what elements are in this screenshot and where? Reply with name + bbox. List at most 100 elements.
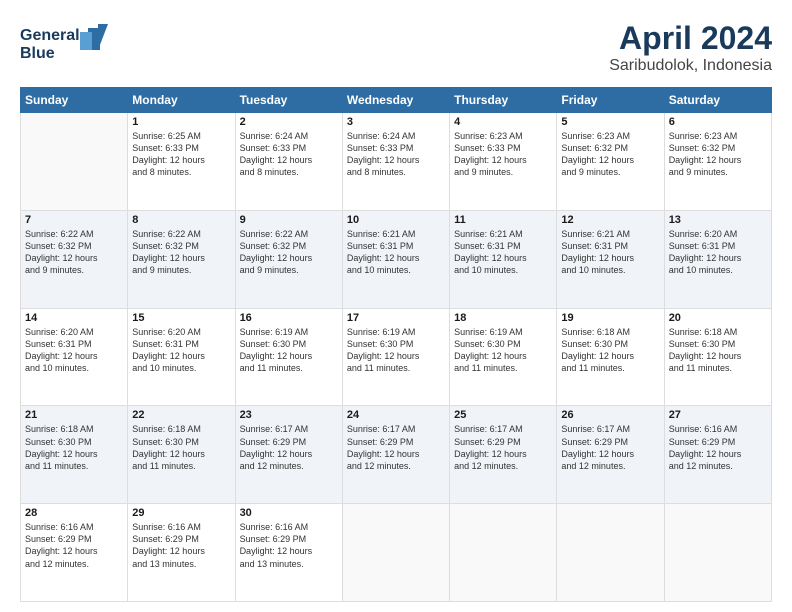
table-row: 13 Sunrise: 6:20 AM Sunset: 6:31 PM Dayli…	[664, 210, 771, 308]
calendar-week-row: 28 Sunrise: 6:16 AM Sunset: 6:29 PM Dayli…	[21, 504, 772, 602]
day-info: Sunrise: 6:17 AM Sunset: 6:29 PM Dayligh…	[561, 423, 659, 472]
page: General Blue April 2024 Saribudolok, Ind…	[0, 0, 792, 612]
table-row: 5 Sunrise: 6:23 AM Sunset: 6:32 PM Daylig…	[557, 113, 664, 211]
day-number: 1	[132, 116, 230, 128]
day-number: 4	[454, 116, 552, 128]
day-number: 23	[240, 409, 338, 421]
table-row	[342, 504, 449, 602]
day-number: 30	[240, 507, 338, 519]
day-info: Sunrise: 6:23 AM Sunset: 6:32 PM Dayligh…	[669, 130, 767, 179]
col-friday: Friday	[557, 88, 664, 113]
table-row: 6 Sunrise: 6:23 AM Sunset: 6:32 PM Daylig…	[664, 113, 771, 211]
calendar-week-row: 7Sunrise: 6:22 AM Sunset: 6:32 PM Daylig…	[21, 210, 772, 308]
col-thursday: Thursday	[450, 88, 557, 113]
header: General Blue April 2024 Saribudolok, Ind…	[20, 20, 772, 75]
table-row: 15 Sunrise: 6:20 AM Sunset: 6:31 PM Dayli…	[128, 308, 235, 406]
day-info: Sunrise: 6:16 AM Sunset: 6:29 PM Dayligh…	[669, 423, 767, 472]
calendar-subtitle: Saribudolok, Indonesia	[609, 57, 772, 75]
table-row: 19Sunrise: 6:18 AM Sunset: 6:30 PM Dayli…	[557, 308, 664, 406]
day-number: 15	[132, 312, 230, 324]
day-info: Sunrise: 6:16 AM Sunset: 6:29 PM Dayligh…	[25, 521, 123, 570]
table-row: 25 Sunrise: 6:17 AM Sunset: 6:29 PM Dayli…	[450, 406, 557, 504]
day-number: 6	[669, 116, 767, 128]
day-number: 24	[347, 409, 445, 421]
day-number: 5	[561, 116, 659, 128]
table-row: 4 Sunrise: 6:23 AM Sunset: 6:33 PM Daylig…	[450, 113, 557, 211]
table-row: 28 Sunrise: 6:16 AM Sunset: 6:29 PM Dayli…	[21, 504, 128, 602]
title-block: April 2024 Saribudolok, Indonesia	[609, 20, 772, 75]
day-info: Sunrise: 6:16 AM Sunset: 6:29 PM Dayligh…	[132, 521, 230, 570]
day-info: Sunrise: 6:18 AM Sunset: 6:30 PM Dayligh…	[669, 326, 767, 375]
day-number: 8	[132, 214, 230, 226]
calendar-week-row: 21 Sunrise: 6:18 AM Sunset: 6:30 PM Dayli…	[21, 406, 772, 504]
day-number: 21	[25, 409, 123, 421]
table-row: 24 Sunrise: 6:17 AM Sunset: 6:29 PM Dayli…	[342, 406, 449, 504]
day-number: 29	[132, 507, 230, 519]
table-row: 9 Sunrise: 6:22 AM Sunset: 6:32 PM Daylig…	[235, 210, 342, 308]
day-info: Sunrise: 6:18 AM Sunset: 6:30 PM Dayligh…	[132, 423, 230, 472]
day-info: Sunrise: 6:17 AM Sunset: 6:29 PM Dayligh…	[347, 423, 445, 472]
day-number: 9	[240, 214, 338, 226]
table-row: 2Sunrise: 6:24 AM Sunset: 6:33 PM Daylig…	[235, 113, 342, 211]
day-info: Sunrise: 6:18 AM Sunset: 6:30 PM Dayligh…	[561, 326, 659, 375]
day-number: 13	[669, 214, 767, 226]
header-row: Sunday Monday Tuesday Wednesday Thursday…	[21, 88, 772, 113]
day-info: Sunrise: 6:20 AM Sunset: 6:31 PM Dayligh…	[25, 326, 123, 375]
table-row	[450, 504, 557, 602]
day-number: 25	[454, 409, 552, 421]
day-number: 20	[669, 312, 767, 324]
day-info: Sunrise: 6:23 AM Sunset: 6:33 PM Dayligh…	[454, 130, 552, 179]
col-saturday: Saturday	[664, 88, 771, 113]
day-number: 22	[132, 409, 230, 421]
day-info: Sunrise: 6:20 AM Sunset: 6:31 PM Dayligh…	[132, 326, 230, 375]
calendar-title: April 2024	[609, 20, 772, 57]
day-info: Sunrise: 6:17 AM Sunset: 6:29 PM Dayligh…	[454, 423, 552, 472]
col-wednesday: Wednesday	[342, 88, 449, 113]
table-row	[21, 113, 128, 211]
day-info: Sunrise: 6:18 AM Sunset: 6:30 PM Dayligh…	[25, 423, 123, 472]
logo: General Blue	[20, 20, 110, 69]
logo-text: General Blue	[20, 20, 110, 69]
table-row: 14 Sunrise: 6:20 AM Sunset: 6:31 PM Dayli…	[21, 308, 128, 406]
table-row: 21 Sunrise: 6:18 AM Sunset: 6:30 PM Dayli…	[21, 406, 128, 504]
day-number: 2	[240, 116, 338, 128]
col-sunday: Sunday	[21, 88, 128, 113]
table-row	[557, 504, 664, 602]
day-info: Sunrise: 6:22 AM Sunset: 6:32 PM Dayligh…	[132, 228, 230, 277]
table-row: 8 Sunrise: 6:22 AM Sunset: 6:32 PM Daylig…	[128, 210, 235, 308]
day-info: Sunrise: 6:19 AM Sunset: 6:30 PM Dayligh…	[240, 326, 338, 375]
day-number: 14	[25, 312, 123, 324]
day-info: Sunrise: 6:20 AM Sunset: 6:31 PM Dayligh…	[669, 228, 767, 277]
col-monday: Monday	[128, 88, 235, 113]
day-number: 16	[240, 312, 338, 324]
table-row	[664, 504, 771, 602]
day-number: 18	[454, 312, 552, 324]
day-number: 3	[347, 116, 445, 128]
table-row: 27 Sunrise: 6:16 AM Sunset: 6:29 PM Dayli…	[664, 406, 771, 504]
day-info: Sunrise: 6:25 AM Sunset: 6:33 PM Dayligh…	[132, 130, 230, 179]
day-info: Sunrise: 6:17 AM Sunset: 6:29 PM Dayligh…	[240, 423, 338, 472]
table-row: 3 Sunrise: 6:24 AM Sunset: 6:33 PM Daylig…	[342, 113, 449, 211]
calendar-week-row: 1 Sunrise: 6:25 AM Sunset: 6:33 PM Daylig…	[21, 113, 772, 211]
table-row: 17Sunrise: 6:19 AM Sunset: 6:30 PM Dayli…	[342, 308, 449, 406]
svg-text:General: General	[20, 27, 80, 44]
table-row: 22 Sunrise: 6:18 AM Sunset: 6:30 PM Dayli…	[128, 406, 235, 504]
day-info: Sunrise: 6:22 AM Sunset: 6:32 PM Dayligh…	[25, 228, 123, 277]
table-row: 7Sunrise: 6:22 AM Sunset: 6:32 PM Daylig…	[21, 210, 128, 308]
day-info: Sunrise: 6:21 AM Sunset: 6:31 PM Dayligh…	[347, 228, 445, 277]
col-tuesday: Tuesday	[235, 88, 342, 113]
day-info: Sunrise: 6:23 AM Sunset: 6:32 PM Dayligh…	[561, 130, 659, 179]
day-number: 28	[25, 507, 123, 519]
day-info: Sunrise: 6:19 AM Sunset: 6:30 PM Dayligh…	[454, 326, 552, 375]
day-number: 17	[347, 312, 445, 324]
day-info: Sunrise: 6:21 AM Sunset: 6:31 PM Dayligh…	[561, 228, 659, 277]
day-info: Sunrise: 6:22 AM Sunset: 6:32 PM Dayligh…	[240, 228, 338, 277]
day-info: Sunrise: 6:24 AM Sunset: 6:33 PM Dayligh…	[347, 130, 445, 179]
table-row: 23 Sunrise: 6:17 AM Sunset: 6:29 PM Dayli…	[235, 406, 342, 504]
table-row: 18 Sunrise: 6:19 AM Sunset: 6:30 PM Dayli…	[450, 308, 557, 406]
day-number: 10	[347, 214, 445, 226]
table-row: 10 Sunrise: 6:21 AM Sunset: 6:31 PM Dayli…	[342, 210, 449, 308]
day-number: 11	[454, 214, 552, 226]
day-number: 27	[669, 409, 767, 421]
svg-text:Blue: Blue	[20, 45, 55, 62]
